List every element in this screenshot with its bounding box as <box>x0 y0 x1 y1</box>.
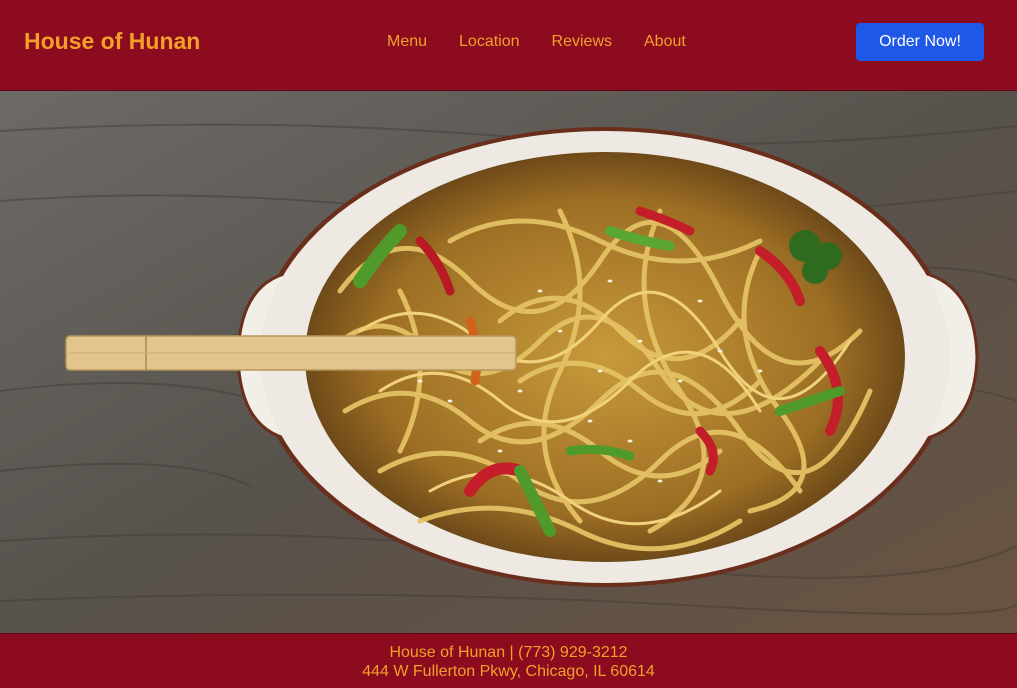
noodle-bowl-photo <box>0 91 1017 633</box>
site-header: House of Hunan Menu Location Reviews Abo… <box>0 0 1017 91</box>
nav-link-location[interactable]: Location <box>459 33 520 51</box>
hero-image <box>0 91 1017 633</box>
order-now-button[interactable]: Order Now! <box>856 23 984 61</box>
nav-link-about[interactable]: About <box>644 33 686 51</box>
footer-address-line: 444 W Fullerton Pkwy, Chicago, IL 60614 <box>362 663 655 680</box>
site-footer: House of Hunan | (773) 929-3212 444 W Fu… <box>0 633 1017 688</box>
nav-link-menu[interactable]: Menu <box>387 33 427 51</box>
chopstick <box>65 335 517 371</box>
footer-contact-line: House of Hunan | (773) 929-3212 <box>389 644 628 661</box>
nav-link-reviews[interactable]: Reviews <box>552 33 612 51</box>
main-nav: Menu Location Reviews About <box>387 33 686 51</box>
brand-logo-text[interactable]: House of Hunan <box>24 28 200 55</box>
